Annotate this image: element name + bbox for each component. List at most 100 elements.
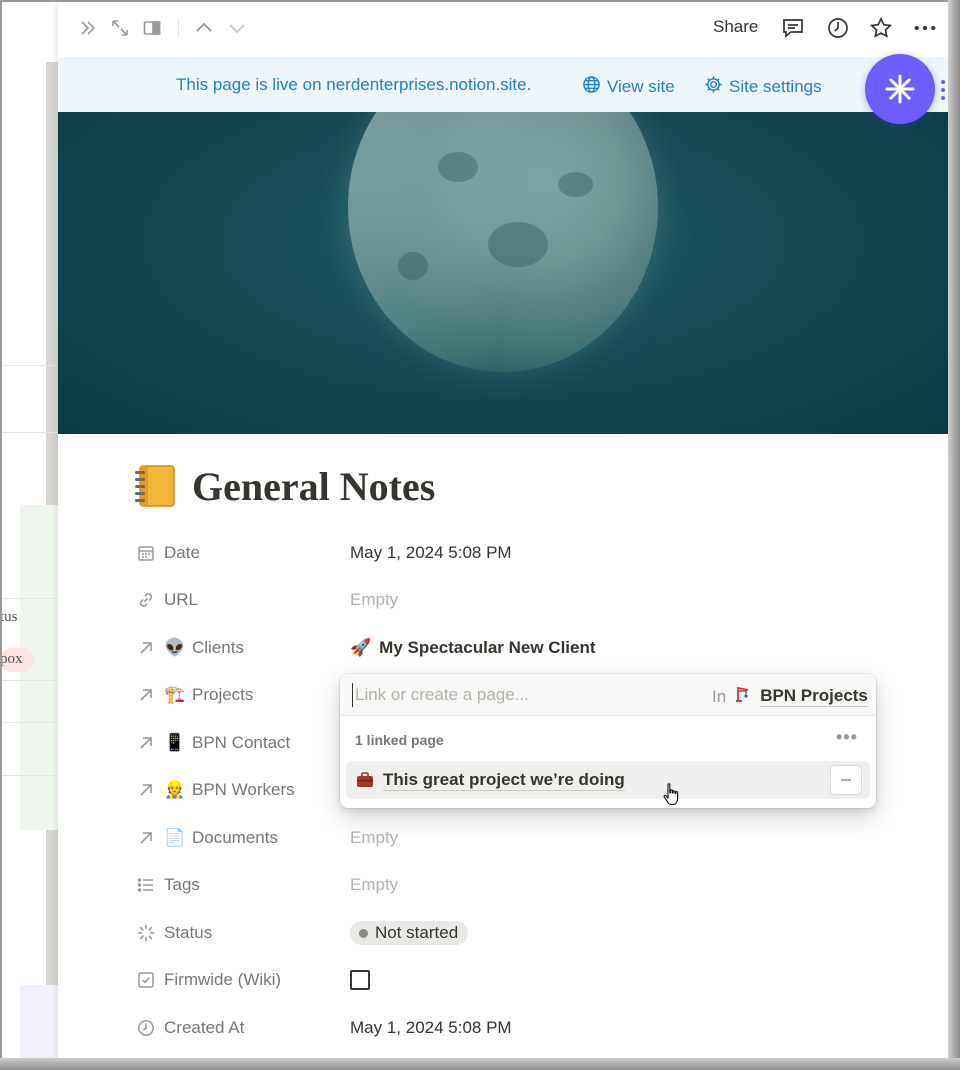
banner-message: This page is live on nerdenterprises.not…	[176, 75, 532, 94]
moon-crater	[438, 152, 478, 182]
globe-icon	[582, 75, 601, 99]
minus-icon	[841, 779, 851, 781]
chevron-down-icon[interactable]	[225, 16, 249, 40]
view-site-button[interactable]: View site	[582, 75, 675, 99]
database-name: BPN Projects	[760, 686, 868, 707]
property-clients: 👽 Clients 🚀 My Spectacular New Client	[136, 633, 916, 663]
relation-search-bar: In BPN Projects	[340, 674, 876, 716]
screenshot-frame-left	[0, 0, 2, 1070]
construction-icon: 🏗️	[164, 685, 186, 704]
property-status: Status Not started	[136, 918, 916, 948]
background-row-line	[0, 722, 62, 723]
background-row-line	[0, 775, 62, 776]
background-row-line	[0, 598, 62, 599]
linked-page-item[interactable]: This great project we’re doing	[346, 761, 870, 799]
property-label-documents[interactable]: 📄 Documents	[136, 828, 350, 848]
relation-popup: In BPN Projects 1 linked page ••• This g…	[340, 674, 876, 808]
mobile-phone-icon: 📱	[164, 733, 186, 752]
client-link[interactable]: My Spectacular New Client	[379, 638, 595, 658]
property-label-text: Projects	[192, 685, 254, 704]
property-label-text: Documents	[192, 828, 278, 847]
calendar-icon	[136, 543, 156, 563]
property-label-text: Date	[164, 543, 200, 562]
site-settings-label: Site settings	[729, 77, 822, 96]
property-label-text: Tags	[164, 875, 200, 894]
property-value-url[interactable]: Empty	[350, 590, 398, 610]
background-text-status: tus	[0, 609, 18, 625]
screenshot-frame-bottom	[0, 1058, 960, 1070]
briefcase-icon	[356, 772, 374, 788]
topbar: Share	[58, 0, 948, 57]
ai-assistant-button[interactable]	[865, 54, 935, 124]
property-label-projects[interactable]: 🏗️ Projects	[136, 685, 350, 705]
crane-icon	[734, 685, 752, 708]
notebook-icon[interactable]	[132, 462, 180, 510]
property-value-status[interactable]: Not started	[350, 921, 469, 945]
site-settings-button[interactable]: Site settings	[704, 75, 822, 99]
peek-panel: Share This page is live on nerdenterpris…	[58, 0, 948, 1070]
more-options-icon[interactable]	[913, 16, 937, 40]
property-label-url[interactable]: URL	[136, 590, 350, 610]
property-label-text: URL	[164, 590, 199, 609]
list-icon	[136, 875, 156, 895]
expand-icon[interactable]	[108, 16, 132, 40]
property-label-status[interactable]: Status	[136, 923, 350, 943]
property-documents: 📄 Documents Empty	[136, 823, 916, 853]
side-peek-icon[interactable]	[140, 16, 164, 40]
page-header: General Notes	[132, 462, 435, 510]
more-options-icon[interactable]: •••	[836, 727, 858, 748]
cover-image[interactable]	[58, 112, 948, 434]
property-value-tags[interactable]: Empty	[350, 875, 398, 895]
comment-icon[interactable]	[781, 16, 805, 40]
status-badge[interactable]: Not started	[350, 921, 469, 945]
property-date: Date May 1, 2024 5:08 PM	[136, 538, 916, 568]
property-label-clients[interactable]: 👽 Clients	[136, 638, 350, 658]
hand-cursor-icon	[662, 782, 682, 808]
checkbox-property-icon	[136, 970, 156, 990]
property-firmwide: Firmwide (Wiki)	[136, 965, 916, 995]
property-url: URL Empty	[136, 585, 916, 615]
history-clock-icon[interactable]	[826, 16, 850, 40]
linked-page-title[interactable]: This great project we’re doing	[383, 770, 625, 791]
property-label-bpn-contact[interactable]: 📱 BPN Contact	[136, 733, 350, 753]
gear-icon	[704, 75, 723, 99]
background-row-line	[0, 365, 62, 366]
moon-crater	[488, 222, 548, 267]
background-page: tus pox	[0, 0, 62, 1070]
property-label-firmwide[interactable]: Firmwide (Wiki)	[136, 970, 350, 990]
property-value-clients[interactable]: 🚀 My Spectacular New Client	[350, 638, 596, 658]
status-badge-label: Not started	[375, 923, 459, 942]
property-label-created-at[interactable]: Created At	[136, 1018, 350, 1038]
in-label: In	[712, 686, 727, 706]
property-value-documents[interactable]: Empty	[350, 828, 398, 848]
property-label-text: Status	[164, 923, 213, 942]
property-label-bpn-workers[interactable]: 👷 BPN Workers	[136, 780, 350, 800]
sparkle-icon	[885, 74, 915, 104]
document-icon: 📄	[164, 828, 186, 847]
property-tags: Tags Empty	[136, 870, 916, 900]
alien-icon: 👽	[164, 638, 186, 657]
chevron-up-icon[interactable]	[192, 16, 216, 40]
property-value-date[interactable]: May 1, 2024 5:08 PM	[350, 543, 512, 563]
property-created-at: Created At May 1, 2024 5:08 PM	[136, 1013, 916, 1043]
page-title[interactable]: General Notes	[192, 463, 435, 510]
database-selector[interactable]: In BPN Projects	[712, 685, 868, 708]
property-label-date[interactable]: Date	[136, 543, 350, 563]
status-dot-icon	[359, 928, 368, 938]
property-value-firmwide	[350, 970, 370, 990]
firmwide-checkbox[interactable]	[350, 970, 370, 990]
moon-crater	[398, 252, 428, 280]
property-label-text: Created At	[164, 1018, 245, 1037]
property-label-tags[interactable]: Tags	[136, 875, 350, 895]
favorite-star-icon[interactable]	[869, 16, 893, 40]
link-page-input[interactable]	[352, 683, 692, 707]
property-label-text: Clients	[192, 638, 244, 657]
share-button[interactable]: Share	[713, 17, 758, 37]
relation-arrow-icon	[136, 638, 156, 658]
close-peek-icon[interactable]	[76, 16, 100, 40]
status-spinner-icon	[136, 923, 156, 943]
remove-link-button[interactable]	[830, 765, 862, 795]
screenshot-frame-top	[0, 0, 960, 2]
topbar-separator	[178, 18, 179, 38]
property-label-text: Firmwide (Wiki)	[164, 970, 282, 989]
